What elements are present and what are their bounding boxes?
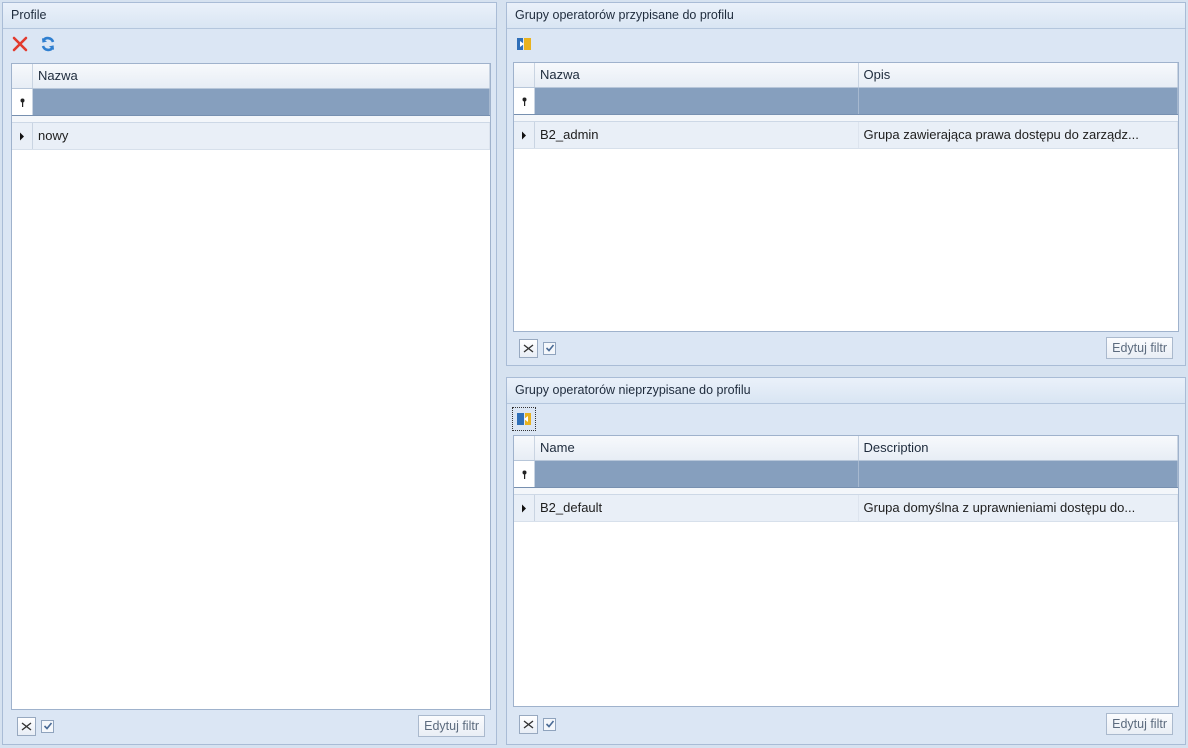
- delete-x-icon: [12, 36, 28, 52]
- edit-filter-button[interactable]: Edytuj filtr: [1106, 713, 1173, 735]
- cell-nazwa: B2_admin: [535, 122, 859, 148]
- refresh-button[interactable]: [37, 33, 59, 55]
- cell-nazwa: nowy: [33, 123, 490, 149]
- filter-cell-description[interactable]: [859, 461, 1178, 487]
- edit-filter-button[interactable]: Edytuj filtr: [1106, 337, 1173, 359]
- assigned-grid: Nazwa Opis B2_admin Grupa zawierająca pr…: [513, 62, 1179, 332]
- clear-filter-icon: [21, 721, 32, 731]
- unassigned-panel-title: Grupy operatorów nieprzypisane do profil…: [507, 378, 1185, 404]
- assign-group-icon: [517, 413, 531, 425]
- filter-active-checkbox[interactable]: [543, 341, 556, 355]
- cell-name: B2_default: [535, 495, 859, 521]
- refresh-icon: [41, 36, 55, 52]
- table-row[interactable]: nowy: [12, 123, 490, 150]
- unassigned-grid: Name Description B2_default Grupa domyśl…: [513, 435, 1179, 707]
- assign-group-button[interactable]: [512, 407, 536, 431]
- delete-button[interactable]: [9, 33, 31, 55]
- clear-filter-button[interactable]: [17, 716, 36, 736]
- filter-cell-nazwa[interactable]: [535, 88, 859, 114]
- check-icon: [545, 720, 554, 728]
- unassigned-footer: Edytuj filtr: [513, 709, 1179, 739]
- unassigned-grid-header: Name Description: [514, 436, 1178, 461]
- clear-filter-button[interactable]: [519, 714, 538, 734]
- profile-footer: Edytuj filtr: [11, 711, 491, 741]
- profile-panel-title: Profile: [3, 3, 496, 29]
- unassign-group-icon: [517, 38, 531, 50]
- filter-cell-nazwa[interactable]: [33, 89, 490, 115]
- check-icon: [43, 722, 52, 730]
- check-icon: [545, 344, 554, 352]
- unassigned-toolbar: [507, 404, 1185, 434]
- profile-filter-row: [12, 89, 490, 116]
- assigned-panel-title: Grupy operatorów przypisane do profilu: [507, 3, 1185, 29]
- unassign-group-button[interactable]: [513, 33, 535, 55]
- cell-description: Grupa domyślna z uprawnieniami dostępu d…: [859, 495, 1178, 521]
- assigned-grid-header: Nazwa Opis: [514, 63, 1178, 88]
- clear-filter-icon: [523, 343, 534, 353]
- column-header-description[interactable]: Description: [859, 436, 1178, 460]
- assigned-toolbar: [507, 29, 1185, 59]
- column-header-nazwa[interactable]: Nazwa: [33, 64, 490, 88]
- row-pointer-icon: [514, 495, 535, 521]
- assigned-footer: Edytuj filtr: [513, 333, 1179, 363]
- filter-cell-name[interactable]: [535, 461, 859, 487]
- profile-grid: Nazwa nowy: [11, 63, 491, 710]
- unassigned-filter-row: [514, 461, 1178, 488]
- assigned-groups-panel: Grupy operatorów przypisane do profilu N…: [506, 2, 1186, 366]
- column-header-name[interactable]: Name: [535, 436, 859, 460]
- clear-filter-button[interactable]: [519, 338, 538, 358]
- profile-grid-header: Nazwa: [12, 64, 490, 89]
- edit-filter-button[interactable]: Edytuj filtr: [418, 715, 485, 737]
- filter-active-checkbox[interactable]: [543, 717, 556, 731]
- filter-key-icon: [12, 89, 33, 115]
- column-header-nazwa[interactable]: Nazwa: [535, 63, 859, 87]
- profile-toolbar: [3, 29, 496, 59]
- filter-key-icon: [514, 461, 535, 487]
- filter-cell-opis[interactable]: [859, 88, 1178, 114]
- cell-opis: Grupa zawierająca prawa dostępu do zarzą…: [859, 122, 1178, 148]
- unassigned-groups-panel: Grupy operatorów nieprzypisane do profil…: [506, 377, 1186, 745]
- clear-filter-icon: [523, 719, 534, 729]
- row-pointer-icon: [12, 123, 33, 149]
- profile-panel: Profile Nazwa nowy Edytuj filtr: [2, 2, 497, 745]
- row-pointer-icon: [514, 122, 535, 148]
- filter-key-icon: [514, 88, 535, 114]
- column-header-opis[interactable]: Opis: [859, 63, 1178, 87]
- table-row[interactable]: B2_admin Grupa zawierająca prawa dostępu…: [514, 122, 1178, 149]
- filter-active-checkbox[interactable]: [41, 719, 54, 733]
- assigned-filter-row: [514, 88, 1178, 115]
- table-row[interactable]: B2_default Grupa domyślna z uprawnieniam…: [514, 495, 1178, 522]
